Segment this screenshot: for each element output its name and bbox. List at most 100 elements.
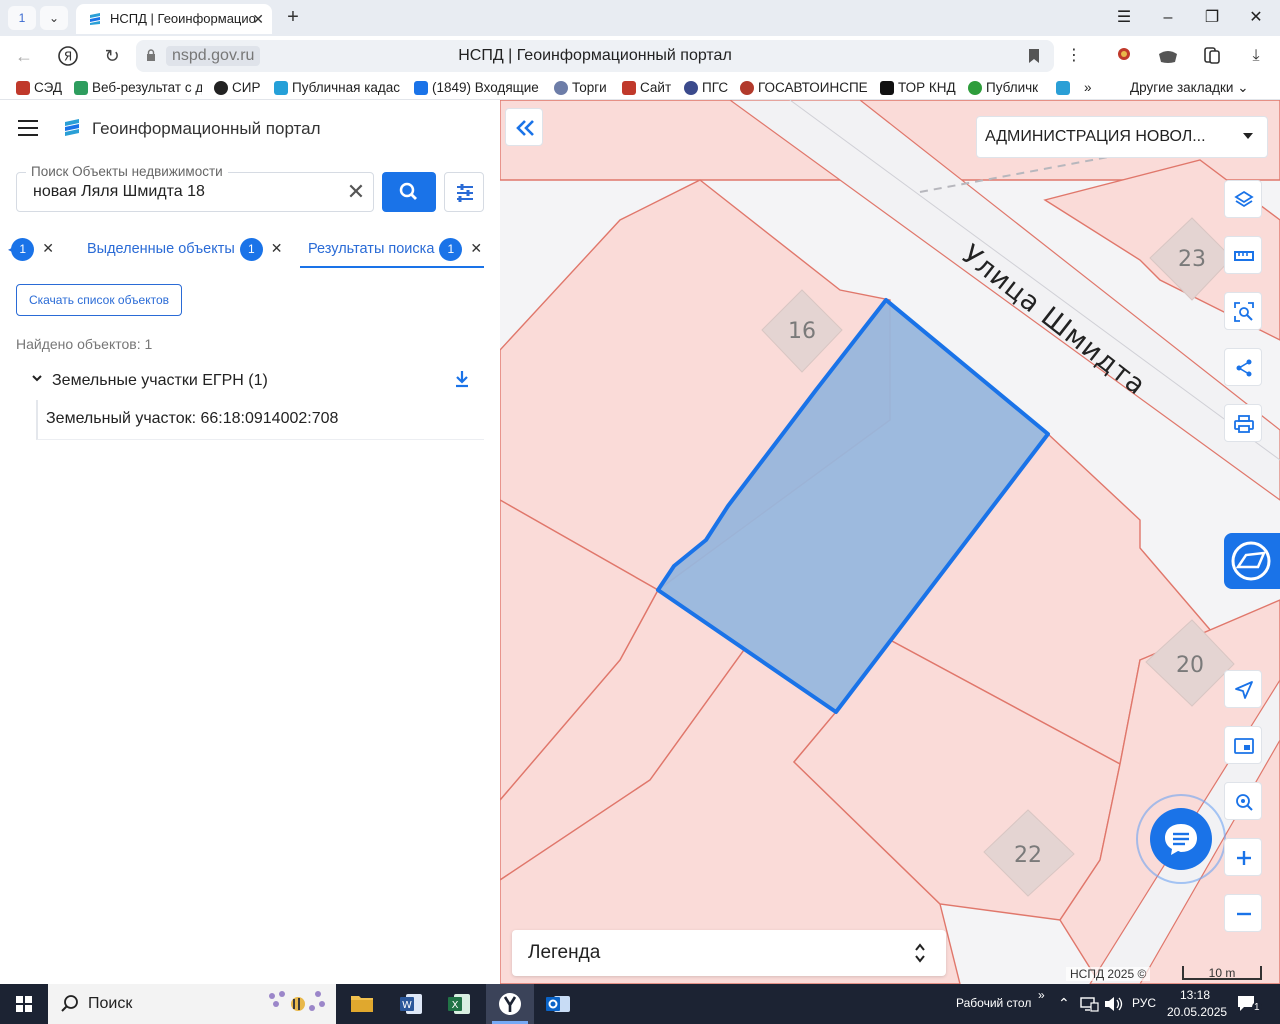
close-tab-icon[interactable]: ✕ — [271, 230, 283, 266]
search-icon — [399, 182, 417, 200]
tab-counter[interactable]: 1 — [8, 6, 36, 30]
bookmark-icon — [1056, 81, 1070, 95]
browser-menu-icon[interactable]: ☰ — [1112, 6, 1136, 30]
bookmark-sir[interactable]: СИР — [214, 79, 266, 97]
more-menu-icon[interactable]: ⋮ — [1062, 44, 1086, 68]
taskbar-word[interactable]: W — [388, 984, 436, 1024]
side-panel: Геоинформационный портал новая Ляля Шмид… — [0, 100, 500, 984]
start-button[interactable] — [0, 984, 48, 1024]
map-view[interactable]: Улица Шмидта 16 23 20 22 АДМИНИСТРАЦИЯ Н… — [500, 100, 1280, 984]
new-tab-button[interactable]: + — [282, 4, 304, 30]
collapse-panel-button[interactable] — [505, 108, 543, 146]
reload-icon[interactable]: ↻ — [100, 44, 124, 68]
clear-search-icon[interactable]: ✕ — [345, 181, 367, 203]
layers-button[interactable] — [1224, 180, 1262, 218]
map-scale: 10 m — [1182, 966, 1262, 980]
bookmark-site[interactable]: Сайт — [622, 79, 674, 97]
tab-close-icon[interactable]: ✕ — [252, 4, 264, 34]
other-bookmarks[interactable]: Другие закладки ⌄ — [1130, 79, 1270, 97]
bookmark-torgi[interactable]: Торги — [554, 79, 610, 97]
bookmark-icon — [622, 81, 636, 95]
word-icon: W — [400, 994, 422, 1014]
zoom-out-button[interactable] — [1224, 894, 1262, 932]
yandex-icon[interactable]: Я — [56, 44, 80, 68]
tab-previous[interactable]: ◀1✕ — [8, 230, 54, 268]
area-search-button[interactable] — [1224, 292, 1262, 330]
clock-time[interactable]: 13:18 — [1180, 988, 1210, 1002]
desktop-toolbar-label[interactable]: Рабочий стол — [956, 996, 1031, 1010]
panel-tabs: ◀1✕ Выделенные объекты1✕ Результаты поис… — [0, 230, 500, 270]
taskbar-excel[interactable]: X — [436, 984, 484, 1024]
tab-search-results[interactable]: Результаты поиска 1 ✕ — [300, 230, 484, 268]
extension-icon[interactable] — [1112, 44, 1136, 68]
close-tab-icon[interactable]: ✕ — [42, 230, 54, 266]
taskbar-search[interactable]: Поиск — [48, 984, 336, 1024]
bookmark-tor-knd[interactable]: ТОР КНД — [880, 79, 960, 97]
chevron-down-icon[interactable] — [32, 373, 42, 383]
notifications-button[interactable]: 1 — [1236, 994, 1262, 1014]
back-button[interactable]: ← — [12, 44, 36, 68]
minimize-button[interactable]: – — [1156, 6, 1180, 30]
taskbar-outlook[interactable] — [534, 984, 582, 1024]
clock-date[interactable]: 20.05.2025 — [1167, 1005, 1227, 1019]
bookmark-icon — [74, 81, 88, 95]
result-item[interactable]: Земельный участок: 66:18:0914002:708 — [36, 400, 484, 440]
close-tab-icon[interactable]: ✕ — [470, 230, 482, 266]
search-icon — [61, 995, 78, 1012]
tab-selected-objects[interactable]: Выделенные объекты 1 ✕ — [87, 230, 283, 268]
bookmark-web-result[interactable]: Веб-результат с д — [74, 79, 202, 97]
desktop-toolbar-chevron[interactable]: » — [1038, 988, 1045, 1002]
download-icon[interactable] — [454, 370, 470, 388]
tray-overflow-icon[interactable]: ⌃ — [1058, 995, 1070, 1012]
page-title: НСПД | Геоинформационный портал — [458, 47, 732, 64]
zoom-in-button[interactable] — [1224, 838, 1262, 876]
svg-text:X: X — [452, 1000, 459, 1011]
restore-button[interactable]: ❐ — [1200, 6, 1224, 30]
share-button[interactable] — [1224, 348, 1262, 386]
url-field[interactable]: НСПД | Геоинформационный портал nspd.gov… — [136, 40, 1054, 72]
bookmark-sed[interactable]: СЭД — [16, 79, 66, 97]
bookmark-inbox[interactable]: (1849) Входящие — [414, 79, 540, 97]
geolocation-button[interactable] — [1224, 670, 1262, 708]
result-group[interactable]: Земельные участки ЕГРН (1) — [16, 368, 482, 394]
bookmark-public-cadastre[interactable]: Публичная кадас — [274, 79, 400, 97]
widget-logo-button[interactable] — [1224, 533, 1280, 589]
bookmarks-overflow[interactable]: » — [1084, 79, 1104, 97]
search-button[interactable] — [382, 172, 436, 212]
collections-icon[interactable] — [1200, 44, 1224, 68]
chat-button[interactable] — [1150, 808, 1212, 870]
volume-icon[interactable] — [1104, 996, 1124, 1012]
download-icon[interactable]: ⤓ — [1244, 44, 1268, 68]
svg-text:Я: Я — [64, 50, 72, 64]
bookmark-public[interactable]: Публичк — [968, 79, 1044, 97]
browser-tab-active[interactable]: НСПД | Геоинформацио ✕ — [76, 4, 272, 34]
bookmark-pgs[interactable]: ПГС — [684, 79, 732, 97]
area-search-icon — [1234, 302, 1254, 322]
bookmark-icon[interactable] — [1028, 48, 1040, 64]
bookmark-nspd[interactable] — [1056, 79, 1074, 97]
menu-icon[interactable] — [18, 120, 38, 136]
bookmark-gosavto[interactable]: ГОСАВТОИНСПЕ — [740, 79, 868, 97]
taskbar-explorer[interactable] — [338, 984, 386, 1024]
house-number-22: 22 — [1014, 843, 1042, 868]
filter-button[interactable] — [444, 172, 484, 212]
minimap-button[interactable] — [1224, 726, 1262, 764]
tab-list-dropdown[interactable]: ⌄ — [40, 6, 68, 30]
close-window-button[interactable]: ✕ — [1244, 6, 1268, 30]
bookmark-icon — [554, 81, 568, 95]
taskbar-yandex-browser[interactable] — [486, 984, 534, 1024]
address-bar: ← Я ↻ НСПД | Геоинформационный портал ns… — [0, 36, 1280, 76]
locate-object-button[interactable] — [1224, 782, 1262, 820]
extension-icon-2[interactable] — [1156, 44, 1180, 68]
portal-title: Геоинформационный портал — [92, 119, 321, 138]
bookmark-icon — [274, 81, 288, 95]
measure-button[interactable] — [1224, 236, 1262, 274]
url-domain: nspd.gov.ru — [166, 46, 261, 66]
chevron-down-icon — [1243, 133, 1253, 139]
network-icon[interactable] — [1080, 996, 1100, 1012]
print-button[interactable] — [1224, 404, 1262, 442]
download-list-button[interactable]: Скачать список объектов — [16, 284, 182, 316]
region-select[interactable]: АДМИНИСТРАЦИЯ НОВОЛ... — [976, 116, 1268, 158]
legend-bar[interactable]: Легенда — [512, 930, 946, 976]
language-indicator[interactable]: РУС — [1132, 996, 1156, 1010]
